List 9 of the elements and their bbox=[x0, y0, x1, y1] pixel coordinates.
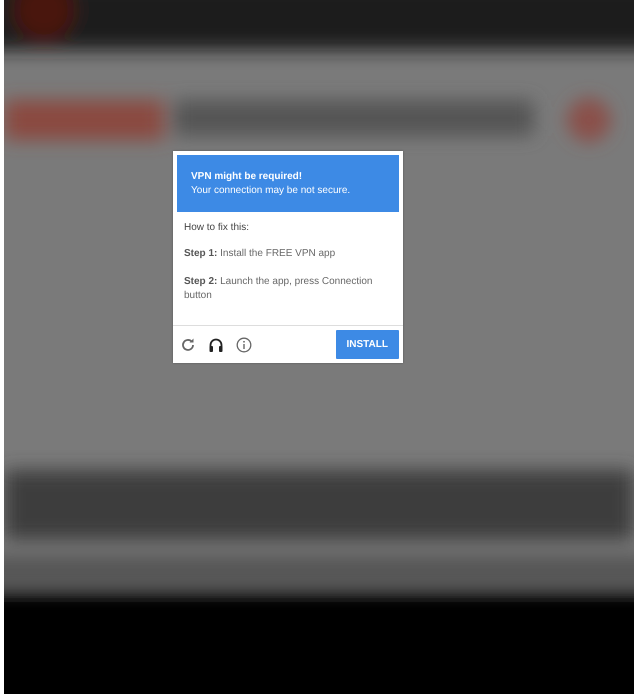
headphones-icon[interactable] bbox=[208, 336, 224, 352]
install-button[interactable]: INSTALL bbox=[336, 330, 399, 359]
instructions-heading: How to fix this: bbox=[184, 221, 250, 235]
refresh-icon[interactable] bbox=[180, 336, 196, 352]
dialog-title: VPN might be required! bbox=[191, 170, 304, 184]
step-text: Step 1: Install the FREE VPN app bbox=[184, 247, 336, 261]
step-text: Step 2: Launch the app, press Connection button bbox=[184, 275, 374, 303]
info-icon[interactable] bbox=[236, 336, 252, 352]
dialog-subtitle: Your connection may be not secure. bbox=[191, 184, 352, 198]
